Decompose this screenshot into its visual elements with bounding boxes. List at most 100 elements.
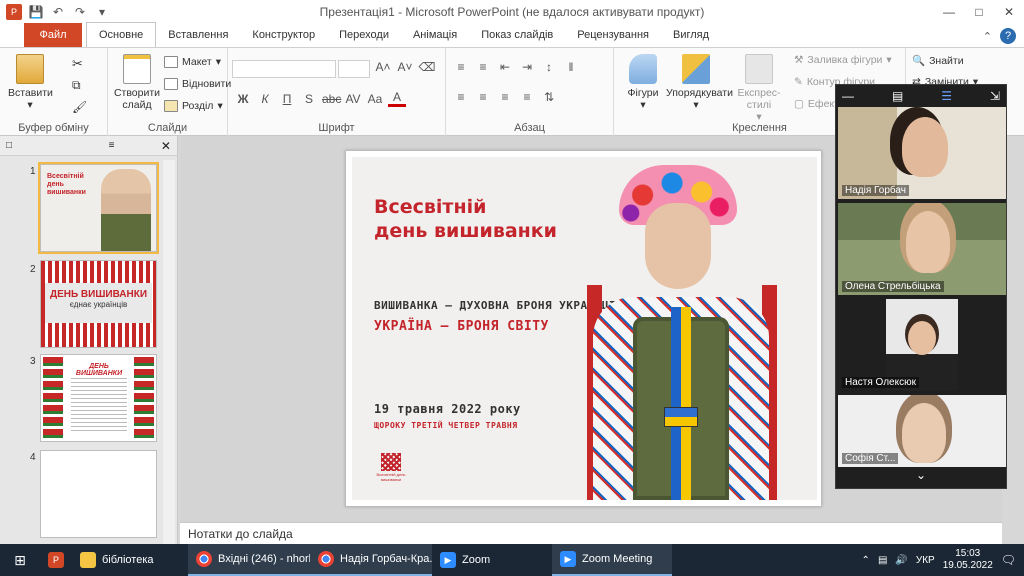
- tab-slideshow[interactable]: Показ слайдів: [469, 23, 565, 47]
- grow-font-icon[interactable]: A˄: [374, 60, 392, 74]
- spacing-icon[interactable]: AV: [344, 92, 362, 106]
- slides-group-label: Слайди: [147, 122, 188, 134]
- volume-icon[interactable]: 🔊: [895, 555, 907, 566]
- minimize-icon[interactable]: —: [934, 0, 964, 24]
- fill-icon: ⚒: [794, 54, 804, 66]
- taskbar-item-chrome-doc[interactable]: Надія Горбач-Кра...: [310, 544, 432, 576]
- network-icon[interactable]: ▤: [878, 555, 887, 566]
- tab-home[interactable]: Основне: [86, 22, 157, 47]
- tray-expand-icon[interactable]: ⌃: [862, 555, 870, 566]
- section-button[interactable]: Розділ ▾: [164, 100, 223, 112]
- taskbar-item-chrome-inbox[interactable]: Вхідні (246) - nhorb...: [188, 544, 310, 576]
- decrease-indent-icon[interactable]: ⇤: [496, 60, 514, 74]
- slides-tab-icon[interactable]: □: [6, 140, 12, 151]
- bold-icon[interactable]: Ж: [234, 92, 252, 106]
- start-button[interactable]: ⊞: [0, 544, 40, 576]
- close-icon[interactable]: ✕: [994, 0, 1024, 24]
- clipboard-group-label: Буфер обміну: [18, 122, 89, 134]
- arrange-button[interactable]: Упорядкувати ▾: [666, 54, 733, 111]
- arrange-label: Упорядкувати: [666, 87, 733, 99]
- tab-insert[interactable]: Вставлення: [156, 23, 240, 47]
- bullets-icon[interactable]: ≡: [452, 60, 470, 74]
- clock[interactable]: 15:03 19.05.2022: [943, 548, 993, 572]
- slide-thumbnail-4[interactable]: [40, 450, 157, 538]
- powerpoint-icon: P: [6, 4, 22, 20]
- thumbnails-scrollbar[interactable]: [163, 160, 175, 544]
- video-tile[interactable]: Олена Стрельбіцька: [838, 203, 1006, 295]
- zoom-layout-icon[interactable]: ☰: [941, 89, 952, 103]
- layout-button[interactable]: Макет ▾: [164, 56, 221, 68]
- tab-review[interactable]: Рецензування: [565, 23, 661, 47]
- thumb3-ornament-left: [43, 357, 63, 439]
- current-slide[interactable]: Всесвітній день вишиванки ВИШИВАНКА – ДУ…: [345, 150, 822, 507]
- slide-thumbnail-1[interactable]: Всесвітній день вишиванки: [38, 162, 159, 254]
- text-direction-icon[interactable]: ⇅: [540, 90, 558, 104]
- format-painter-icon[interactable]: 🖌: [72, 100, 87, 114]
- shape-fill-button[interactable]: ⚒ Заливка фігури ▾: [794, 54, 892, 66]
- effects-icon: ▢: [794, 98, 804, 110]
- taskbar-item-zoom-meeting[interactable]: ▶ Zoom Meeting: [552, 544, 672, 576]
- notifications-icon[interactable]: 🗨: [1001, 553, 1016, 567]
- font-color-icon[interactable]: A: [388, 90, 406, 107]
- undo-icon[interactable]: ↶: [50, 4, 66, 20]
- tab-transitions[interactable]: Переходи: [327, 23, 401, 47]
- save-icon[interactable]: 💾: [28, 4, 44, 20]
- zoom-minimize-icon[interactable]: —: [842, 89, 854, 103]
- notes-pane[interactable]: Нотатки до слайда: [180, 522, 1002, 544]
- increase-indent-icon[interactable]: ⇥: [518, 60, 536, 74]
- language-indicator[interactable]: УКР: [916, 555, 935, 566]
- new-slide-icon: [123, 54, 151, 84]
- font-name-select[interactable]: [232, 60, 336, 78]
- slide-date: 19 травня 2022 року: [374, 402, 521, 416]
- scroll-down-icon[interactable]: ⌄: [836, 468, 1006, 486]
- reset-button[interactable]: Відновити: [164, 78, 231, 90]
- italic-icon[interactable]: К: [256, 92, 274, 106]
- collapse-ribbon-icon[interactable]: ⌃: [983, 30, 992, 43]
- zoom-expand-icon[interactable]: ⇲: [990, 89, 1000, 103]
- align-right-icon[interactable]: ≡: [496, 90, 514, 104]
- paste-button[interactable]: Вставити ▾: [8, 54, 53, 111]
- logo-ornament-icon: [381, 453, 401, 471]
- taskbar-item-library[interactable]: бібліотека: [72, 544, 188, 576]
- video-tile[interactable]: Настя Олексюк: [838, 299, 1006, 391]
- shadow-icon[interactable]: S: [300, 92, 318, 106]
- redo-icon[interactable]: ↷: [72, 4, 88, 20]
- align-center-icon[interactable]: ≡: [474, 90, 492, 104]
- maximize-icon[interactable]: □: [964, 0, 994, 24]
- taskbar-item-zoom[interactable]: ▶ Zoom: [432, 544, 552, 576]
- case-icon[interactable]: Aa: [366, 92, 384, 106]
- video-tile[interactable]: Надія Горбач: [838, 107, 1006, 199]
- clipboard-group: Вставити ▾ ✂ ⧉ 🖌 Буфер обміну: [0, 48, 108, 136]
- shapes-button[interactable]: Фігури ▾: [622, 54, 664, 111]
- slide-thumbnail-3[interactable]: ДЕНЬ ВИШИВАНКИ: [40, 354, 157, 442]
- tab-design[interactable]: Конструктор: [240, 23, 327, 47]
- cut-icon[interactable]: ✂: [72, 56, 83, 72]
- taskbar-powerpoint[interactable]: P: [40, 544, 72, 576]
- zoom-view-icon[interactable]: ▤: [892, 89, 903, 103]
- columns-icon[interactable]: ‖: [562, 60, 580, 74]
- tab-file[interactable]: Файл: [24, 23, 82, 47]
- find-button[interactable]: 🔍 Знайти: [912, 54, 964, 68]
- justify-icon[interactable]: ≡: [518, 90, 536, 104]
- tab-animation[interactable]: Анімація: [401, 23, 469, 47]
- new-slide-button[interactable]: Створити слайд: [112, 54, 162, 111]
- line-spacing-icon[interactable]: ↕: [540, 60, 558, 74]
- outline-tab-icon[interactable]: ≡: [109, 140, 115, 151]
- copy-icon[interactable]: ⧉: [72, 78, 81, 93]
- close-pane-icon[interactable]: ✕: [161, 139, 171, 153]
- customize-toolbar-icon[interactable]: ▾: [94, 4, 110, 20]
- tab-view[interactable]: Вигляд: [661, 23, 721, 47]
- strikethrough-icon[interactable]: abc: [322, 92, 341, 106]
- align-left-icon[interactable]: ≡: [452, 90, 470, 104]
- powerpoint-icon: P: [48, 552, 64, 568]
- quick-styles-button[interactable]: Експрес-стилі ▾: [728, 54, 790, 123]
- help-icon[interactable]: ?: [1000, 28, 1016, 44]
- clear-format-icon[interactable]: ⌫: [418, 60, 436, 74]
- shrink-font-icon[interactable]: A˅: [396, 60, 414, 74]
- video-tile[interactable]: Софія Ст...: [838, 395, 1006, 467]
- numbering-icon[interactable]: ≡: [474, 60, 492, 74]
- font-size-select[interactable]: [338, 60, 370, 78]
- slide-thumbnail-2[interactable]: ДЕНЬ ВИШИВАНКИ єднає українців: [40, 260, 157, 348]
- underline-icon[interactable]: П: [278, 92, 296, 106]
- slide-logo: Всесвітній день вишиванки: [376, 453, 406, 482]
